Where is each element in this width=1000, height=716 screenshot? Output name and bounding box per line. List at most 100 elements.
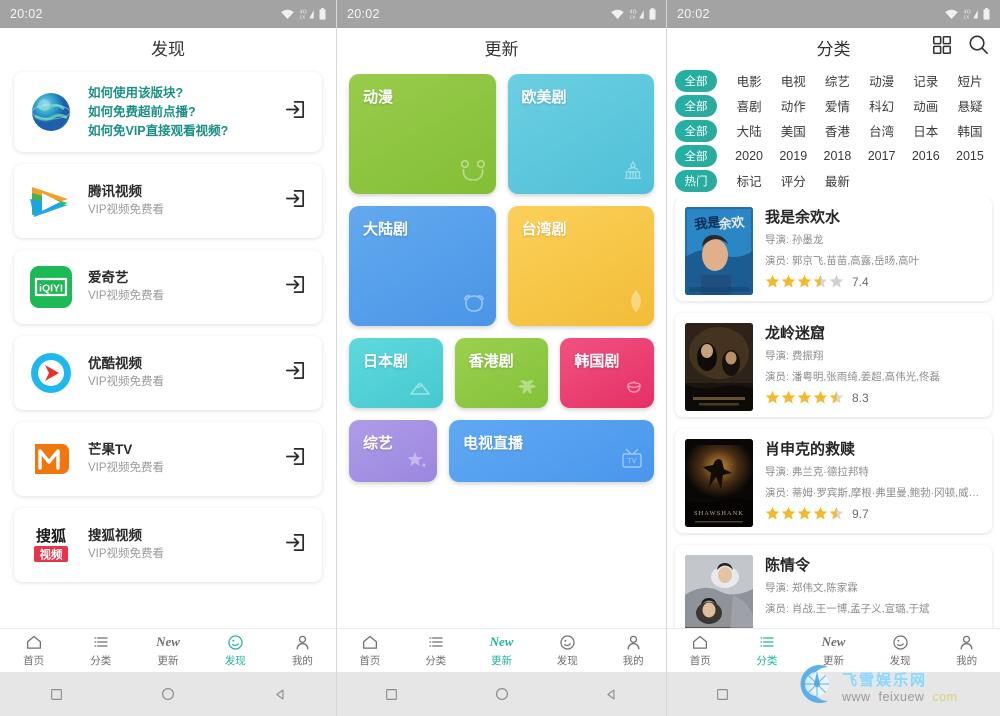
movie-list-item[interactable]: 我是 余欢 我是余欢水 导演: 孙墨龙 演员: 郭京飞,苗苗,高露,岳旸,高叶 — [675, 197, 992, 301]
nav-item-category[interactable]: 分类 — [734, 634, 801, 668]
filter-chip[interactable]: 动漫 — [860, 69, 904, 92]
circle-home-icon[interactable] — [447, 687, 557, 701]
triangle-back-icon[interactable] — [224, 688, 336, 701]
tile-ribenju[interactable]: 日本剧 — [349, 338, 443, 408]
filter-chip[interactable]: 标记 — [727, 169, 771, 192]
filter-row-genre: 全部 喜剧 动作 爱情 科幻 动画 悬疑 — [675, 93, 992, 118]
filter-chip[interactable]: 科幻 — [860, 94, 904, 117]
nav-item-home[interactable]: 首页 — [0, 634, 67, 668]
category-tile-grid: 动漫 欧美剧 大陆剧 台湾剧 日本剧 香港剧 韩国剧 综艺 电视直播 TV — [337, 66, 666, 644]
tile-hanguoju[interactable]: 韩国剧 — [560, 338, 655, 408]
nav-item-category[interactable]: 分类 — [67, 634, 134, 668]
triangle-back-icon[interactable] — [556, 688, 666, 701]
enter-arrow-icon[interactable] — [284, 531, 310, 559]
filter-chip-all[interactable]: 全部 — [675, 69, 717, 92]
filter-chip-all[interactable]: 全部 — [675, 144, 717, 167]
filter-chip[interactable]: 悬疑 — [948, 94, 992, 117]
filter-chip[interactable]: 2016 — [904, 147, 948, 165]
provider-card-sohu[interactable]: 搜狐 视频 搜狐视频 VIP视频免费看 — [14, 508, 322, 583]
filter-chip[interactable]: 大陆 — [727, 119, 771, 142]
provider-card-iqiyi[interactable]: iQIYI 爱奇艺 VIP视频免费看 — [14, 250, 322, 325]
tile-zongyi[interactable]: 综艺 — [349, 420, 437, 482]
tile-oumeiju[interactable]: 欧美剧 — [507, 74, 654, 194]
filter-chip[interactable]: 日本 — [904, 119, 948, 142]
tile-daluju[interactable]: 大陆剧 — [349, 206, 496, 326]
filter-chip[interactable]: 2019 — [771, 147, 815, 165]
filter-chip[interactable]: 动画 — [904, 94, 948, 117]
tile-dianshizhibo[interactable]: 电视直播 TV — [449, 420, 654, 482]
movie-list-item[interactable]: 陈情令 导演: 郑伟文,陈家霖 演员: 肖战,王一博,孟子义,宣璐,于斌 — [675, 545, 992, 632]
enter-arrow-icon[interactable] — [284, 273, 310, 301]
star-icon — [407, 451, 427, 474]
tile-row-2: 大陆剧 台湾剧 — [349, 206, 654, 326]
filter-chip[interactable]: 爱情 — [815, 94, 859, 117]
filter-chip[interactable]: 动作 — [771, 94, 815, 117]
provider-card-youku[interactable]: 优酷视频 VIP视频免费看 — [14, 336, 322, 411]
nav-item-mine[interactable]: 我的 — [933, 634, 1000, 668]
enter-arrow-icon[interactable] — [284, 98, 310, 126]
nav-item-update[interactable]: New 更新 — [800, 634, 867, 668]
circle-home-icon[interactable] — [112, 687, 224, 701]
nav-item-discover[interactable]: 发现 — [534, 634, 600, 668]
nav-item-category[interactable]: 分类 — [403, 634, 469, 668]
provider-card-mangotv[interactable]: 芒果TV VIP视频免费看 — [14, 422, 322, 497]
square-recents-icon[interactable] — [0, 688, 112, 701]
filter-chip[interactable]: 2020 — [727, 147, 771, 165]
home-icon — [691, 634, 709, 651]
filter-chip[interactable]: 电影 — [727, 69, 771, 92]
filter-chip[interactable]: 最新 — [815, 169, 859, 192]
movie-list-item[interactable]: 龙岭迷窟 导演: 费振翔 演员: 潘粤明,张雨绮,姜超,高伟光,佟磊 8.3 — [675, 313, 992, 417]
tile-dongman[interactable]: 动漫 — [349, 74, 496, 194]
filter-chip[interactable]: 2018 — [815, 147, 859, 165]
filter-chip[interactable]: 短片 — [948, 69, 992, 92]
enter-arrow-icon[interactable] — [284, 445, 310, 473]
youku-icon — [26, 348, 76, 398]
filter-chip[interactable]: 韩国 — [948, 119, 992, 142]
nav-item-update[interactable]: New 更新 — [134, 634, 201, 668]
filter-chip[interactable]: 2015 — [948, 147, 992, 165]
bottom-nav: 首页 分类 New 更新 发现 我的 — [337, 628, 666, 672]
nav-item-home[interactable]: 首页 — [667, 634, 734, 668]
filter-chip[interactable]: 香港 — [815, 119, 859, 142]
filter-chip[interactable]: 喜剧 — [727, 94, 771, 117]
nav-item-discover[interactable]: 发现 — [867, 634, 934, 668]
enter-arrow-icon[interactable] — [284, 359, 310, 387]
filter-chip[interactable]: 电视 — [771, 69, 815, 92]
filter-chip[interactable]: 记录 — [904, 69, 948, 92]
square-recents-icon[interactable] — [667, 688, 778, 701]
help-card[interactable]: 如何使用该版块? 如何免费超前点播? 如何免VIP直接观看视频? — [14, 72, 322, 153]
square-recents-icon[interactable] — [337, 688, 447, 701]
star-full-icon — [781, 507, 796, 520]
star-full-icon — [797, 391, 812, 404]
grid-icon[interactable] — [931, 34, 953, 61]
movie-title: 肖申克的救赎 — [765, 441, 856, 458]
tile-label: 电视直播 — [463, 435, 524, 452]
signal-4g-icon: 4G1X — [630, 9, 644, 20]
tile-xianggangju[interactable]: 香港剧 — [454, 338, 549, 408]
movie-title: 陈情令 — [765, 557, 811, 574]
filter-chip-all[interactable]: 全部 — [675, 119, 717, 142]
nav-label: 首页 — [23, 654, 45, 667]
star-empty-icon — [829, 275, 844, 288]
tile-taiwanju[interactable]: 台湾剧 — [507, 206, 654, 326]
movie-list-item[interactable]: SHAWSHANK 肖申克的救赎 导演: 弗兰克·德拉邦特 演员: 蒂姆·罗宾斯… — [675, 429, 992, 533]
nav-item-home[interactable]: 首页 — [337, 634, 403, 668]
nav-item-mine[interactable]: 我的 — [600, 634, 666, 668]
filter-chip[interactable]: 综艺 — [815, 69, 859, 92]
filter-chip[interactable]: 评分 — [771, 169, 815, 192]
tv-icon: TV — [620, 447, 644, 474]
nav-item-update[interactable]: New 更新 — [469, 634, 535, 668]
star-full-icon — [797, 507, 812, 520]
enter-arrow-icon[interactable] — [284, 187, 310, 215]
filter-chip[interactable]: 2017 — [860, 147, 904, 165]
filter-chip[interactable]: 美国 — [771, 119, 815, 142]
search-icon[interactable] — [967, 33, 990, 61]
nav-item-discover[interactable]: 发现 — [202, 634, 269, 668]
filter-chip-hot[interactable]: 热门 — [675, 169, 717, 192]
nav-item-mine[interactable]: 我的 — [269, 634, 336, 668]
filter-chip-all[interactable]: 全部 — [675, 94, 717, 117]
android-system-nav — [0, 672, 336, 716]
filter-chip[interactable]: 台湾 — [860, 119, 904, 142]
provider-card-tencent[interactable]: 腾讯视频 VIP视频免费看 — [14, 164, 322, 239]
nav-label: 首页 — [689, 654, 711, 667]
